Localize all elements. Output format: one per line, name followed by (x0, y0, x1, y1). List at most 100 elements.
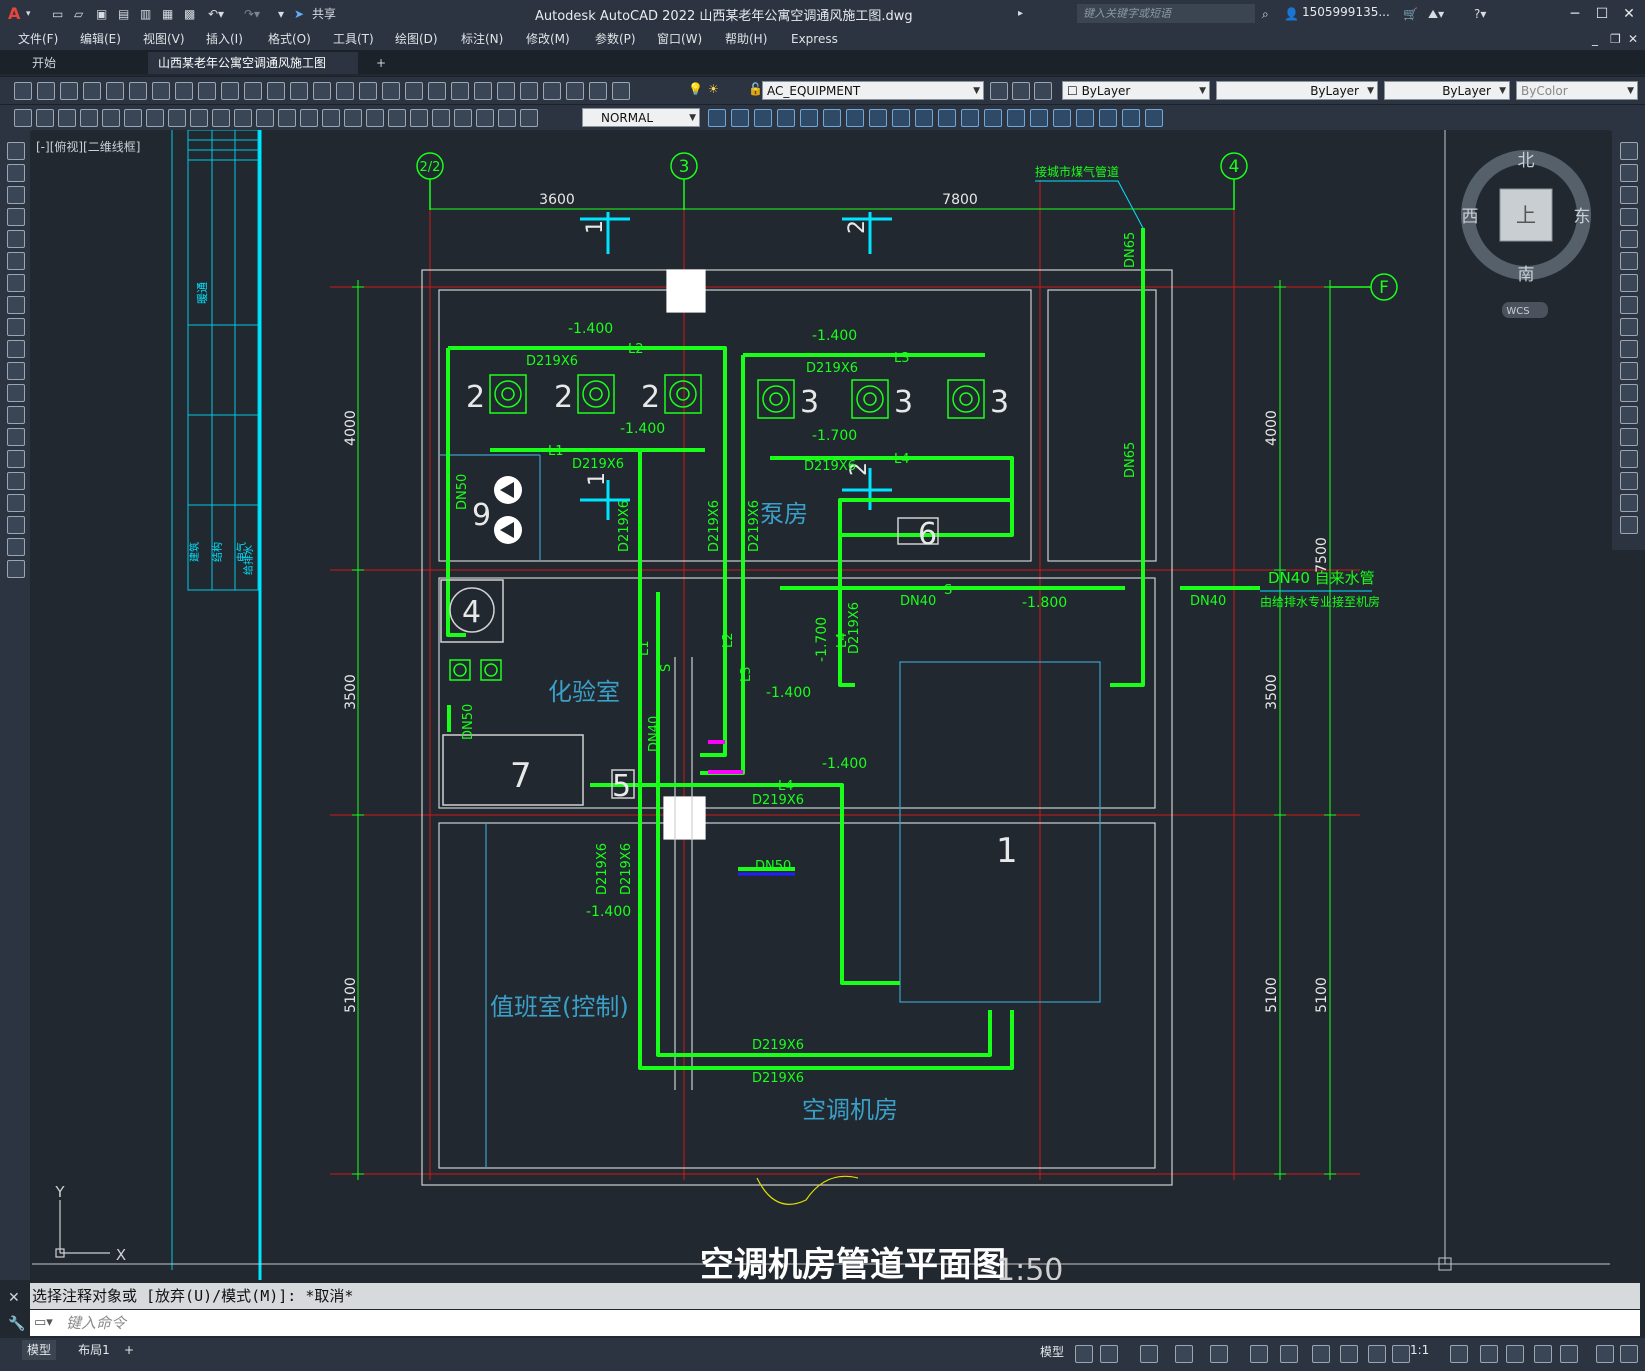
dimension-tool-icon-1[interactable] (14, 109, 32, 127)
modify-palette-icon-8[interactable] (1620, 296, 1638, 314)
dimension-tool-icon-23[interactable] (498, 109, 516, 127)
draw-tool-icon-13[interactable] (7, 406, 25, 424)
dimension-tool-icon-14[interactable] (300, 109, 318, 127)
menu-format[interactable]: 格式(O) (268, 30, 311, 48)
standard-tool-icon-27[interactable] (612, 82, 630, 100)
dimension-tool-icon-21[interactable] (454, 109, 472, 127)
standard-tool-icon-2[interactable] (37, 82, 55, 100)
modify-palette-icon-6[interactable] (1620, 252, 1638, 270)
draw-tool-icon-5[interactable] (7, 230, 25, 248)
status-toggle-icon-14[interactable] (1506, 1345, 1524, 1363)
command-input[interactable]: 键入命令 (30, 1310, 1640, 1336)
modify-palette-icon-3[interactable] (1620, 186, 1638, 204)
autodesk-app-icon[interactable]: ⛰▾ (1428, 4, 1444, 24)
status-toggle-icon-2[interactable] (1100, 1345, 1118, 1363)
menu-insert[interactable]: 插入(I) (206, 30, 243, 48)
standard-tool-icon-6[interactable] (129, 82, 147, 100)
share-icon[interactable]: ➤ (294, 4, 304, 24)
modify-tool-icon-11[interactable] (938, 109, 956, 127)
print-icon[interactable]: ▩ (184, 4, 195, 24)
save-icon[interactable]: ▣ (96, 4, 107, 24)
modify-tool-icon-9[interactable] (892, 109, 910, 127)
modify-tool-icon-15[interactable] (1030, 109, 1048, 127)
modify-tool-icon-16[interactable] (1053, 109, 1071, 127)
menu-draw[interactable]: 绘图(D) (395, 30, 438, 48)
status-toggle-icon-5[interactable] (1210, 1345, 1228, 1363)
menu-modify[interactable]: 修改(M) (526, 30, 570, 48)
modify-tool-icon-1[interactable] (708, 109, 726, 127)
draw-tool-icon-10[interactable] (7, 340, 25, 358)
plotstyle-dropdown[interactable]: ByColor ▼ (1516, 81, 1638, 100)
expand-arrow-icon[interactable]: ▸ (1018, 4, 1023, 24)
status-toggle-icon-11[interactable] (1392, 1345, 1410, 1363)
viewcube-east[interactable]: 东 (1574, 207, 1591, 227)
modify-tool-icon-12[interactable] (961, 109, 979, 127)
modify-palette-icon-1[interactable] (1620, 142, 1638, 160)
standard-tool-icon-24[interactable] (543, 82, 561, 100)
draw-tool-icon-3[interactable] (7, 186, 25, 204)
menu-parametric[interactable]: 参数(P) (595, 30, 636, 48)
modify-tool-icon-2[interactable] (731, 109, 749, 127)
standard-tool-icon-17[interactable] (382, 82, 400, 100)
user-account[interactable]: 1505999135... (1302, 5, 1390, 19)
draw-tool-icon-19[interactable] (7, 538, 25, 556)
standard-tool-icon-3[interactable] (60, 82, 78, 100)
modify-palette-icon-17[interactable] (1620, 494, 1638, 512)
dimstyle-dropdown[interactable]: NORMAL ▼ (582, 108, 700, 127)
standard-tool-icon-26[interactable] (589, 82, 607, 100)
linetype-dropdown[interactable]: ByLayer ▼ (1216, 81, 1378, 100)
draw-tool-icon-11[interactable] (7, 362, 25, 380)
layer-dropdown[interactable]: AC_EQUIPMENT ▼ (762, 81, 984, 100)
menu-view[interactable]: 视图(V) (143, 30, 185, 48)
viewcube-top[interactable]: 上 (1516, 203, 1536, 227)
status-toggle-icon-7[interactable] (1280, 1345, 1298, 1363)
status-toggle-icon-18[interactable] (1620, 1345, 1638, 1363)
status-model-button[interactable]: 模型 (1040, 1343, 1064, 1360)
user-icon[interactable]: 👤 (1284, 4, 1299, 24)
dimension-tool-icon-20[interactable] (432, 109, 450, 127)
doc-restore-button[interactable]: ❐ (1610, 30, 1621, 48)
tab-layout1[interactable]: 布局1 (72, 1340, 116, 1360)
undo-icon[interactable]: ↶▾ (208, 4, 224, 24)
tab-model[interactable]: 模型 (22, 1340, 56, 1360)
menu-dimension[interactable]: 标注(N) (461, 30, 503, 48)
modify-tool-icon-17[interactable] (1076, 109, 1094, 127)
open-file-icon[interactable]: ▱ (74, 4, 83, 24)
modify-palette-icon-10[interactable] (1620, 340, 1638, 358)
menu-tools[interactable]: 工具(T) (333, 30, 374, 48)
modify-tool-icon-13[interactable] (984, 109, 1002, 127)
modify-palette-icon-9[interactable] (1620, 318, 1638, 336)
status-toggle-icon-1[interactable] (1075, 1345, 1093, 1363)
modify-palette-icon-18[interactable] (1620, 516, 1638, 534)
modify-tool-icon-14[interactable] (1007, 109, 1025, 127)
dimension-tool-icon-10[interactable] (212, 109, 230, 127)
standard-tool-icon-16[interactable] (359, 82, 377, 100)
standard-tool-icon-12[interactable] (267, 82, 285, 100)
close-button[interactable]: ✕ (1617, 3, 1641, 25)
draw-tool-icon-6[interactable] (7, 252, 25, 270)
draw-tool-icon-16[interactable] (7, 472, 25, 490)
tab-start[interactable]: 开始 (22, 52, 142, 74)
standard-tool-icon-20[interactable] (451, 82, 469, 100)
help-icon[interactable]: ?▾ (1474, 4, 1486, 24)
modify-tool-icon-4[interactable] (777, 109, 795, 127)
dimension-tool-icon-8[interactable] (168, 109, 186, 127)
standard-tool-icon-5[interactable] (106, 82, 124, 100)
help-search-input[interactable]: 键入关键字或短语 (1077, 4, 1255, 23)
dimension-tool-icon-2[interactable] (36, 109, 54, 127)
standard-tool-icon-19[interactable] (428, 82, 446, 100)
menu-edit[interactable]: 编辑(E) (80, 30, 121, 48)
draw-tool-icon-12[interactable] (7, 384, 25, 402)
annotation-scale[interactable]: 1:1 (1410, 1343, 1429, 1357)
modify-palette-icon-4[interactable] (1620, 208, 1638, 226)
standard-tool-icon-7[interactable] (152, 82, 170, 100)
draw-tool-icon-18[interactable] (7, 516, 25, 534)
standard-tool-icon-1[interactable] (14, 82, 32, 100)
dimension-tool-icon-24[interactable] (520, 109, 538, 127)
dimension-tool-icon-5[interactable] (102, 109, 120, 127)
drawing-canvas[interactable]: 暖通 建筑 结构 电气 给排水 2/2 3 4 F 3600 7800 4000… (32, 130, 1610, 1280)
status-toggle-icon-12[interactable] (1450, 1345, 1468, 1363)
draw-tool-icon-7[interactable] (7, 274, 25, 292)
dimension-tool-icon-16[interactable] (344, 109, 362, 127)
cart-icon[interactable]: 🛒 (1403, 4, 1418, 24)
